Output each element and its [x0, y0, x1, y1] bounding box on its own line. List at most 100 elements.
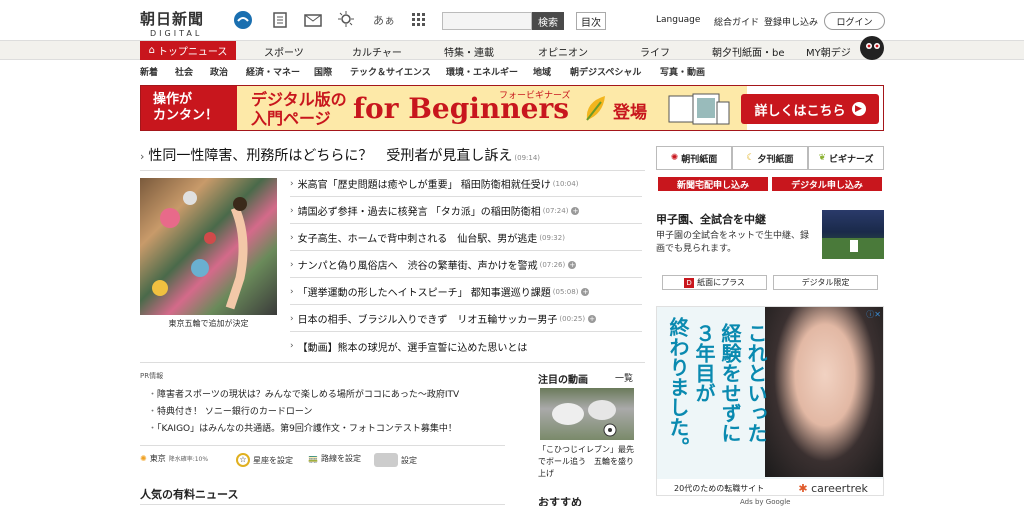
news-item[interactable]: › 靖国必ず参拝・過去に核発言 「タカ派」の稲田防衛相 (07:24) +	[290, 198, 642, 224]
news-text: 日本の相手、ブラジル入りできず リオ五輪サッカー男子	[297, 315, 558, 326]
top-headline[interactable]: › 性同一性障害、刑務所はどちらに？ 受刑者が見直し訴え (09:14)	[140, 145, 645, 171]
grid-menu-icon[interactable]	[408, 9, 430, 31]
chevron-right-icon: ›	[290, 259, 294, 270]
subnav-region[interactable]: 地域	[533, 65, 551, 78]
subnav-photo[interactable]: 写真・動画	[660, 65, 705, 78]
nav-top-news[interactable]: ⌂ トップニュース	[140, 41, 236, 60]
career-ad[interactable]: 終わりました。 ３年目が 経験をせずに これといった ⓘ✕ 20代のための転職サ…	[656, 306, 884, 496]
nav-paper[interactable]: 朝夕刊紙面・be	[712, 44, 785, 59]
digital-apply-button[interactable]: デジタル申し込み	[772, 177, 882, 191]
subnav-international[interactable]: 国際	[314, 65, 332, 78]
news-text: 【動画】熊本の球児が、選手宣誓に込めた思いとは	[297, 342, 528, 354]
news-photo[interactable]	[140, 178, 277, 315]
search-button[interactable]: 検索	[532, 12, 564, 30]
ad-footer-left: 20代のための転職サイト	[674, 483, 765, 493]
nav-sports[interactable]: スポーツ	[264, 44, 304, 59]
photo-caption[interactable]: 東京五輪で追加が決定	[140, 318, 277, 329]
evening-paper-label: 夕刊紙面	[757, 154, 794, 165]
video-list-link[interactable]: 一覧	[615, 371, 633, 384]
koshien-title[interactable]: 甲子園、全試合を中継	[656, 211, 766, 227]
pr-item[interactable]: 特典付き！ ソニー銀行のカードローン	[148, 404, 312, 417]
news-item[interactable]: › ナンパと偽り風俗店へ 渋谷の繁華街、声かけを警戒 (07:26) +	[290, 252, 642, 278]
language-link[interactable]: Language	[656, 15, 700, 25]
video-thumbnail[interactable]	[540, 388, 634, 440]
toc-button[interactable]: 目次	[576, 12, 606, 30]
nav-life[interactable]: ライフ	[640, 44, 670, 59]
nav-opinion[interactable]: オピニオン	[538, 44, 588, 59]
subnav-special[interactable]: 朝デジスペシャル	[570, 65, 641, 78]
divider	[140, 445, 505, 446]
beginners-banner[interactable]: 操作が カンタン！ デジタル版の 入門ページ フォービギナーズ for Begin…	[140, 85, 884, 131]
subnav-tech[interactable]: テック＆サイエンス	[350, 65, 431, 78]
weather-sports-icon[interactable]	[232, 9, 254, 31]
news-text: 「選挙運動の形したヘイトスピーチ」 都知事選巡り課題	[297, 288, 551, 299]
chevron-right-icon: ›	[290, 341, 294, 351]
guide-link[interactable]: 総合ガイド	[714, 15, 759, 28]
d-logo-icon: D	[684, 277, 695, 288]
login-button[interactable]: ログイン	[824, 12, 885, 30]
register-link[interactable]: 登録申し込み	[764, 15, 818, 28]
evening-paper-button[interactable]: ☾ 夕刊紙面	[732, 146, 808, 170]
chevron-right-icon: ›	[290, 205, 294, 216]
delivery-apply-button[interactable]: 新聞宅配申し込み	[658, 177, 768, 191]
beginners-button[interactable]: ❦ ビギナーズ	[808, 146, 884, 170]
mascot-icon[interactable]	[860, 36, 884, 60]
pr-item[interactable]: 「KAIGO」はみんなの共通語。第9回介護作文・フォトコンテスト募集中！	[148, 421, 457, 434]
ad-text-col1: 終わりました。	[666, 317, 690, 457]
nav-features[interactable]: 特集・連載	[444, 44, 494, 59]
news-item[interactable]: › 米高官「歴史問題は癒やしが重要」 稲田防衛相就任受け (10:04)	[290, 171, 642, 197]
news-item[interactable]: › 女子高生、ホームで背中刺される 仙台駅、男が逃走 (09:32)	[290, 225, 642, 251]
chevron-right-icon: ›	[290, 178, 294, 189]
ads-by-google: Ads by Google	[740, 498, 791, 506]
ranking-icon[interactable]	[270, 9, 292, 31]
ad-text-col2: ３年目が	[692, 323, 716, 403]
route-setting[interactable]: 🚃 路線を設定	[308, 453, 361, 464]
weather-widget[interactable]: ✺ 東京 降水確率:10%	[140, 453, 208, 464]
paper-plus-button[interactable]: D 紙面にプラス	[662, 275, 767, 290]
ad-footer: 20代のための転職サイト ✱ careertrek	[657, 479, 883, 495]
morning-paper-button[interactable]: ✺ 朝刊紙面	[656, 146, 732, 170]
news-item[interactable]: › 日本の相手、ブラジル入りできず リオ五輪サッカー男子 (00:25) +	[290, 306, 642, 332]
news-time: (10:04)	[552, 179, 579, 188]
subnav-economy[interactable]: 経済・マネー	[246, 65, 300, 78]
search-input[interactable]	[442, 12, 532, 30]
news-time: (05:08)	[552, 287, 579, 296]
subnav-society[interactable]: 社会	[175, 65, 193, 78]
pr-item[interactable]: 障害者スポーツの現状は？みんなで楽しめる場所がココにあった〜政府ITV	[148, 387, 459, 400]
news-text: 靖国必ず参拝・過去に核発言 「タカ派」の稲田防衛相	[297, 207, 541, 218]
route-label: 路線を設定	[320, 454, 361, 463]
settings-link[interactable]: 設定	[374, 453, 417, 467]
subnav-environment[interactable]: 環境・エネルギー	[446, 65, 518, 78]
weather-icon[interactable]	[337, 9, 359, 31]
plus-icon: +	[588, 314, 597, 323]
banner-details-button[interactable]: 詳しくはこちら ▶	[741, 94, 879, 124]
sun-icon: ✺	[140, 454, 147, 463]
news-item[interactable]: › 【動画】熊本の球児が、選手宣誓に込めた思いとは	[290, 333, 642, 359]
site-logo[interactable]: 朝日新聞 DIGITAL	[140, 8, 230, 38]
paper-plus-label: 紙面にプラス	[697, 278, 745, 287]
font-size-icon[interactable]: あぁ	[373, 9, 395, 31]
weather-city: 東京	[149, 454, 166, 463]
news-time: (00:25)	[559, 314, 586, 323]
ad-info-icon[interactable]: ⓘ✕	[866, 309, 881, 320]
banner-line2: 入門ページ	[251, 109, 331, 128]
ad-text-col4: これといった	[744, 323, 768, 443]
banner-tojo: 登場	[613, 103, 647, 123]
banner-main: デジタル版の 入門ページ フォービギナーズ for Beginners 登場	[237, 86, 747, 130]
horoscope-label: 星座を設定	[253, 455, 293, 465]
news-text: 米高官「歴史問題は癒やしが重要」 稲田防衛相就任受け	[297, 180, 551, 191]
mail-icon[interactable]	[302, 9, 324, 31]
pr-label: PR情報	[140, 372, 164, 380]
subnav-latest[interactable]: 新着	[140, 65, 158, 78]
digital-only-button[interactable]: デジタル限定	[773, 275, 878, 290]
nav-my-asahi[interactable]: MY朝デジ	[806, 44, 851, 59]
careertrek-logo-icon: ✱	[798, 481, 808, 495]
settings-label: 設定	[401, 455, 417, 465]
chevron-right-icon: ›	[290, 286, 294, 297]
video-caption[interactable]: 「こひつじイレブン」最先でボール追う 五輪を盛り上げ	[538, 444, 636, 480]
news-item[interactable]: › 「選挙運動の形したヘイトスピーチ」 都知事選巡り課題 (05:08) +	[290, 279, 642, 305]
nav-culture[interactable]: カルチャー	[352, 44, 402, 59]
koshien-thumbnail[interactable]	[822, 210, 884, 259]
horoscope-setting[interactable]: ☆ 星座を設定	[236, 453, 293, 467]
subnav-politics[interactable]: 政治	[210, 65, 228, 78]
